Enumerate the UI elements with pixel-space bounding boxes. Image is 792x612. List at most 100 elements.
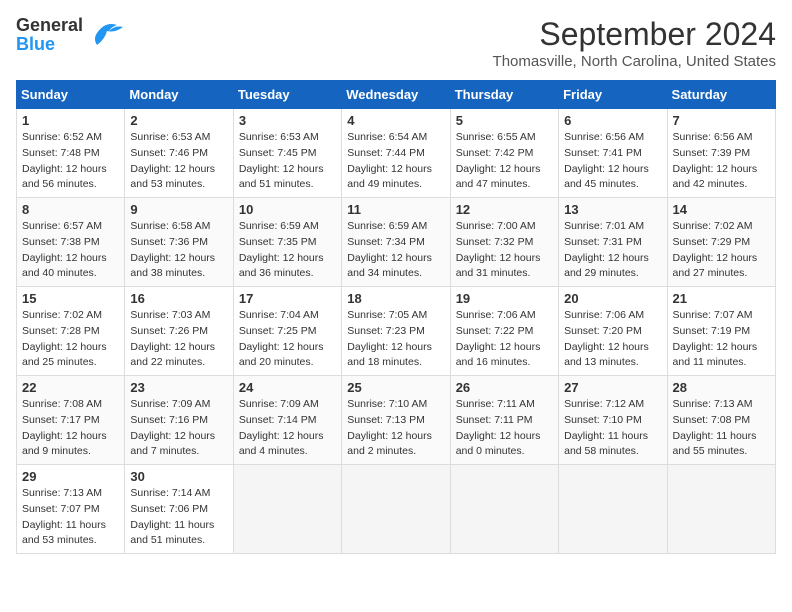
day-detail: Sunrise: 6:59 AM Sunset: 7:35 PM Dayligh… [239, 219, 336, 282]
calendar-day-cell: 19 Sunrise: 7:06 AM Sunset: 7:22 PM Dayl… [450, 287, 558, 376]
day-number: 7 [673, 113, 770, 128]
calendar-week-row: 22 Sunrise: 7:08 AM Sunset: 7:17 PM Dayl… [17, 376, 776, 465]
calendar-day-cell: 18 Sunrise: 7:05 AM Sunset: 7:23 PM Dayl… [342, 287, 450, 376]
day-number: 22 [22, 380, 119, 395]
calendar-day-cell: 23 Sunrise: 7:09 AM Sunset: 7:16 PM Dayl… [125, 376, 233, 465]
day-detail: Sunrise: 7:05 AM Sunset: 7:23 PM Dayligh… [347, 308, 444, 371]
calendar-day-header: Tuesday [233, 81, 341, 109]
calendar-day-cell [559, 465, 667, 554]
day-detail: Sunrise: 7:12 AM Sunset: 7:10 PM Dayligh… [564, 397, 661, 460]
day-detail: Sunrise: 6:54 AM Sunset: 7:44 PM Dayligh… [347, 130, 444, 193]
day-number: 19 [456, 291, 553, 306]
day-detail: Sunrise: 7:14 AM Sunset: 7:06 PM Dayligh… [130, 486, 227, 549]
day-number: 6 [564, 113, 661, 128]
day-detail: Sunrise: 7:09 AM Sunset: 7:14 PM Dayligh… [239, 397, 336, 460]
day-number: 14 [673, 202, 770, 217]
day-detail: Sunrise: 7:04 AM Sunset: 7:25 PM Dayligh… [239, 308, 336, 371]
calendar-day-cell: 13 Sunrise: 7:01 AM Sunset: 7:31 PM Dayl… [559, 198, 667, 287]
day-detail: Sunrise: 6:53 AM Sunset: 7:46 PM Dayligh… [130, 130, 227, 193]
calendar-day-cell: 1 Sunrise: 6:52 AM Sunset: 7:48 PM Dayli… [17, 109, 125, 198]
calendar-day-cell: 30 Sunrise: 7:14 AM Sunset: 7:06 PM Dayl… [125, 465, 233, 554]
calendar-day-header: Saturday [667, 81, 775, 109]
page-header: General Blue September 2024 Thomasville,… [16, 16, 776, 70]
day-number: 16 [130, 291, 227, 306]
calendar-day-cell: 5 Sunrise: 6:55 AM Sunset: 7:42 PM Dayli… [450, 109, 558, 198]
calendar-day-cell: 25 Sunrise: 7:10 AM Sunset: 7:13 PM Dayl… [342, 376, 450, 465]
day-detail: Sunrise: 7:13 AM Sunset: 7:07 PM Dayligh… [22, 486, 119, 549]
calendar-day-cell: 7 Sunrise: 6:56 AM Sunset: 7:39 PM Dayli… [667, 109, 775, 198]
day-detail: Sunrise: 7:01 AM Sunset: 7:31 PM Dayligh… [564, 219, 661, 282]
calendar-day-cell: 3 Sunrise: 6:53 AM Sunset: 7:45 PM Dayli… [233, 109, 341, 198]
calendar-week-row: 1 Sunrise: 6:52 AM Sunset: 7:48 PM Dayli… [17, 109, 776, 198]
calendar-day-cell [667, 465, 775, 554]
day-number: 2 [130, 113, 227, 128]
day-number: 17 [239, 291, 336, 306]
day-detail: Sunrise: 7:02 AM Sunset: 7:29 PM Dayligh… [673, 219, 770, 282]
day-detail: Sunrise: 6:56 AM Sunset: 7:41 PM Dayligh… [564, 130, 661, 193]
day-number: 5 [456, 113, 553, 128]
calendar-day-cell: 2 Sunrise: 6:53 AM Sunset: 7:46 PM Dayli… [125, 109, 233, 198]
calendar-table: SundayMondayTuesdayWednesdayThursdayFrid… [16, 80, 776, 554]
logo-line1: General [16, 16, 83, 35]
day-number: 12 [456, 202, 553, 217]
calendar-header-row: SundayMondayTuesdayWednesdayThursdayFrid… [17, 81, 776, 109]
calendar-day-cell: 4 Sunrise: 6:54 AM Sunset: 7:44 PM Dayli… [342, 109, 450, 198]
day-number: 10 [239, 202, 336, 217]
day-detail: Sunrise: 7:07 AM Sunset: 7:19 PM Dayligh… [673, 308, 770, 371]
day-number: 15 [22, 291, 119, 306]
day-number: 25 [347, 380, 444, 395]
day-detail: Sunrise: 6:55 AM Sunset: 7:42 PM Dayligh… [456, 130, 553, 193]
day-number: 24 [239, 380, 336, 395]
calendar-day-header: Wednesday [342, 81, 450, 109]
day-detail: Sunrise: 7:11 AM Sunset: 7:11 PM Dayligh… [456, 397, 553, 460]
calendar-day-cell: 27 Sunrise: 7:12 AM Sunset: 7:10 PM Dayl… [559, 376, 667, 465]
calendar-day-cell: 17 Sunrise: 7:04 AM Sunset: 7:25 PM Dayl… [233, 287, 341, 376]
logo-bird-icon [87, 17, 125, 49]
day-number: 9 [130, 202, 227, 217]
calendar-day-cell: 21 Sunrise: 7:07 AM Sunset: 7:19 PM Dayl… [667, 287, 775, 376]
calendar-day-cell: 28 Sunrise: 7:13 AM Sunset: 7:08 PM Dayl… [667, 376, 775, 465]
calendar-day-cell: 20 Sunrise: 7:06 AM Sunset: 7:20 PM Dayl… [559, 287, 667, 376]
calendar-day-cell: 16 Sunrise: 7:03 AM Sunset: 7:26 PM Dayl… [125, 287, 233, 376]
calendar-day-cell [233, 465, 341, 554]
day-detail: Sunrise: 6:58 AM Sunset: 7:36 PM Dayligh… [130, 219, 227, 282]
day-detail: Sunrise: 7:10 AM Sunset: 7:13 PM Dayligh… [347, 397, 444, 460]
calendar-week-row: 29 Sunrise: 7:13 AM Sunset: 7:07 PM Dayl… [17, 465, 776, 554]
day-detail: Sunrise: 7:09 AM Sunset: 7:16 PM Dayligh… [130, 397, 227, 460]
day-detail: Sunrise: 6:56 AM Sunset: 7:39 PM Dayligh… [673, 130, 770, 193]
day-detail: Sunrise: 6:59 AM Sunset: 7:34 PM Dayligh… [347, 219, 444, 282]
title-block: September 2024 Thomasville, North Caroli… [493, 16, 776, 70]
day-number: 1 [22, 113, 119, 128]
day-number: 30 [130, 469, 227, 484]
calendar-week-row: 8 Sunrise: 6:57 AM Sunset: 7:38 PM Dayli… [17, 198, 776, 287]
page-title: September 2024 [493, 16, 776, 53]
calendar-day-cell [450, 465, 558, 554]
day-detail: Sunrise: 7:02 AM Sunset: 7:28 PM Dayligh… [22, 308, 119, 371]
day-number: 18 [347, 291, 444, 306]
day-detail: Sunrise: 7:08 AM Sunset: 7:17 PM Dayligh… [22, 397, 119, 460]
page-subtitle: Thomasville, North Carolina, United Stat… [493, 53, 776, 70]
day-number: 13 [564, 202, 661, 217]
day-detail: Sunrise: 7:00 AM Sunset: 7:32 PM Dayligh… [456, 219, 553, 282]
calendar-day-header: Friday [559, 81, 667, 109]
day-detail: Sunrise: 7:06 AM Sunset: 7:20 PM Dayligh… [564, 308, 661, 371]
day-detail: Sunrise: 6:57 AM Sunset: 7:38 PM Dayligh… [22, 219, 119, 282]
calendar-day-cell: 14 Sunrise: 7:02 AM Sunset: 7:29 PM Dayl… [667, 198, 775, 287]
calendar-day-cell: 29 Sunrise: 7:13 AM Sunset: 7:07 PM Dayl… [17, 465, 125, 554]
calendar-day-cell: 26 Sunrise: 7:11 AM Sunset: 7:11 PM Dayl… [450, 376, 558, 465]
calendar-day-cell: 12 Sunrise: 7:00 AM Sunset: 7:32 PM Dayl… [450, 198, 558, 287]
day-detail: Sunrise: 7:13 AM Sunset: 7:08 PM Dayligh… [673, 397, 770, 460]
calendar-day-cell [342, 465, 450, 554]
day-number: 26 [456, 380, 553, 395]
calendar-day-cell: 24 Sunrise: 7:09 AM Sunset: 7:14 PM Dayl… [233, 376, 341, 465]
logo-line2: Blue [16, 35, 83, 54]
day-number: 27 [564, 380, 661, 395]
day-number: 3 [239, 113, 336, 128]
calendar-day-header: Thursday [450, 81, 558, 109]
calendar-day-cell: 15 Sunrise: 7:02 AM Sunset: 7:28 PM Dayl… [17, 287, 125, 376]
day-number: 29 [22, 469, 119, 484]
calendar-day-cell: 10 Sunrise: 6:59 AM Sunset: 7:35 PM Dayl… [233, 198, 341, 287]
calendar-day-cell: 22 Sunrise: 7:08 AM Sunset: 7:17 PM Dayl… [17, 376, 125, 465]
logo: General Blue [16, 16, 125, 54]
calendar-day-header: Sunday [17, 81, 125, 109]
